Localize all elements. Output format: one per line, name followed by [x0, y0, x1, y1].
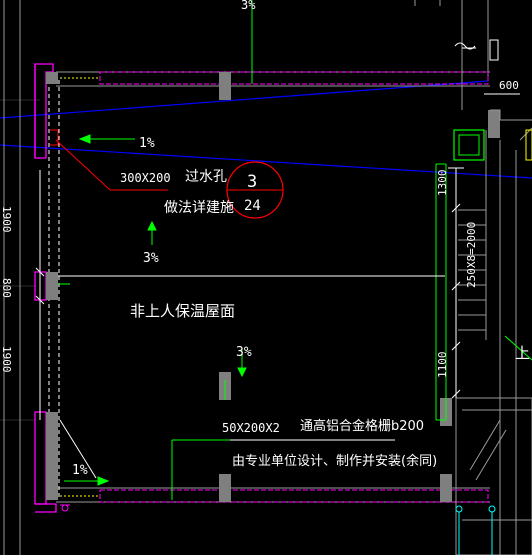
detail-sheet-label: 24 — [244, 198, 261, 214]
upper-right-marks — [454, 39, 499, 61]
cad-drawing-canvas[interactable]: 3% 1% 300X200 过水孔 做法详建施 3 24 3% 非上人保温屋面 … — [0, 0, 532, 555]
slope-mid-label: 3% — [143, 251, 159, 266]
stair-up-label: 上 — [515, 344, 530, 362]
columns — [46, 72, 500, 502]
method-note-label: 做法详建施 — [164, 200, 234, 216]
slope-lower-label: 3% — [236, 345, 252, 360]
dim-1100-label: 1100 — [436, 352, 449, 379]
slope-lines — [0, 80, 532, 179]
ladder-icon — [455, 505, 496, 555]
hole-size-label: 300X200 — [120, 171, 171, 185]
grille-size-label: 50X200X2 — [222, 421, 280, 435]
detail-number-label: 3 — [247, 172, 257, 192]
slope-left-upper-label: 1% — [139, 136, 155, 151]
top-parapet — [56, 71, 489, 85]
grille-name-label: 通高铝合金格栅b200 — [300, 418, 424, 434]
dim-left-1900-bottom-label: 1900 — [0, 346, 13, 373]
lower-right-stair — [455, 397, 532, 555]
bottom-parapet — [56, 489, 489, 512]
dim-600-label: 600 — [499, 79, 519, 92]
dim-1300-label: 1300 — [436, 170, 449, 197]
dim-left-800-label: 800 — [0, 278, 13, 298]
dim-left-1900-top-label: 1900 — [0, 206, 13, 233]
slope-left-lower-label: 1% — [72, 463, 88, 478]
dim-stair-label: 250X8=2000 — [465, 222, 478, 288]
hole-name-label: 过水孔 — [185, 169, 227, 185]
roof-name-label: 非上人保温屋面 — [130, 302, 235, 320]
grille-note-label: 由专业单位设计、制作并安装(余同) — [232, 453, 437, 469]
slope-top-label: 3% — [241, 0, 256, 12]
